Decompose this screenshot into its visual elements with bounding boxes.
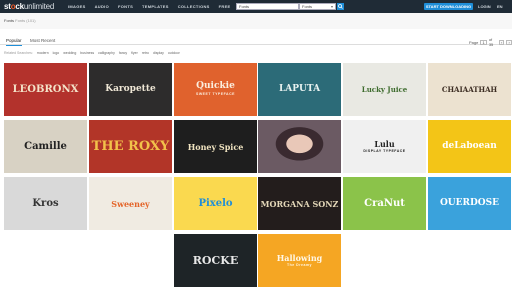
related-searches: Related Searches: modern logo wedding bu…: [4, 51, 183, 55]
page-total: of 35: [488, 37, 494, 47]
nav-link-audio[interactable]: AUDIO: [95, 4, 109, 9]
font-tile[interactable]: LEOBRONX: [4, 63, 87, 116]
site-logo[interactable]: stockunlimited: [4, 2, 54, 11]
font-tile[interactable]: Karopette: [89, 63, 172, 116]
tab-most-recent[interactable]: Most Recent: [30, 38, 55, 43]
login-link[interactable]: LOGIN: [478, 4, 491, 9]
page-label: Page: [469, 39, 479, 45]
font-tile-title: OUERDOSE: [439, 198, 500, 208]
prev-page-button[interactable]: ‹: [498, 39, 505, 45]
font-tile-title: Pixelo: [198, 197, 233, 209]
chevron-down-icon: ▾: [330, 4, 333, 9]
related-search-tag[interactable]: modern: [37, 51, 49, 55]
nav-link-free[interactable]: FREE: [219, 4, 231, 9]
search-scope-select[interactable]: Fonts ▾: [299, 3, 336, 10]
font-tile[interactable]: Sweeney: [89, 177, 172, 230]
font-tile[interactable]: CHAIAATHAH: [428, 63, 511, 116]
related-search-tag[interactable]: flyer: [131, 51, 138, 55]
related-searches-label: Related Searches:: [4, 51, 33, 55]
font-tile[interactable]: CraNut: [343, 177, 426, 230]
font-tile[interactable]: [258, 120, 341, 173]
font-tile-subtitle: SWEET TYPEFACE: [196, 92, 235, 97]
font-tile-title: Honey Spice: [187, 141, 244, 152]
search-scope-value: Fonts: [302, 4, 313, 9]
related-search-tag[interactable]: wedding: [63, 51, 76, 55]
font-tile[interactable]: Lucky Juice: [343, 63, 426, 116]
nav-link-collections[interactable]: COLLECTIONS: [178, 4, 210, 9]
main-nav: IMAGES AUDIO FONTS TEMPLATES COLLECTIONS…: [68, 4, 231, 9]
related-search-tag[interactable]: outdoor: [168, 51, 180, 55]
font-tile-title: Quickie SWEET TYPEFACE: [196, 81, 235, 97]
font-tile-title: CraNut: [364, 197, 405, 209]
page-number-input[interactable]: 1: [480, 39, 487, 45]
font-tile-title: LAPUTA: [278, 84, 321, 94]
font-tile[interactable]: Quickie SWEET TYPEFACE: [174, 63, 257, 116]
search-button[interactable]: [337, 3, 344, 10]
font-tile-title: THE ROXY: [91, 139, 170, 154]
font-tile-subtitle: The Dreamy: [286, 262, 313, 267]
search-icon: [338, 4, 343, 9]
font-tile-subtitle: DISPLAY TYPEFACE: [363, 148, 406, 153]
font-tile[interactable]: Camille: [4, 120, 87, 173]
font-tile[interactable]: THE ROXY: [89, 120, 172, 173]
related-search-tag[interactable]: fancy: [119, 51, 127, 55]
font-tile-title: MORGANA SONZ: [260, 198, 339, 209]
nav-link-templates[interactable]: TEMPLATES: [142, 4, 169, 9]
start-downloading-button[interactable]: START DOWNLOADING: [424, 3, 473, 10]
next-page-button[interactable]: ›: [506, 39, 512, 45]
related-search-tag[interactable]: calligraphy: [98, 51, 115, 55]
font-tile-title: LEOBRONX: [12, 83, 79, 95]
related-search-tag[interactable]: display: [153, 51, 164, 55]
font-tile[interactable]: MORGANA SONZ: [258, 177, 341, 230]
tab-popular[interactable]: Popular: [6, 38, 22, 46]
breadcrumb: Fonts Fonts (101): [4, 18, 36, 23]
font-tile[interactable]: deLaboean: [428, 120, 511, 173]
related-search-tag[interactable]: logo: [53, 51, 60, 55]
font-tile[interactable]: Pixelo: [174, 177, 257, 230]
pagination: Page 1 of 35 ‹ ›: [469, 37, 512, 47]
font-tile-title: Lulu DISPLAY TYPEFACE: [363, 138, 406, 153]
nav-link-images[interactable]: IMAGES: [68, 4, 86, 9]
related-search-tag[interactable]: business: [80, 51, 94, 55]
search-input[interactable]: Fonts: [236, 3, 299, 10]
breadcrumb-bar: [0, 13, 512, 29]
font-tile[interactable]: LAPUTA: [258, 63, 341, 116]
font-tile[interactable]: OUERDOSE: [428, 177, 511, 230]
font-tile-title: Camille: [24, 140, 67, 152]
font-tile-title: Sweeney: [111, 198, 150, 209]
font-tile-title: Karopette: [105, 84, 156, 94]
font-tile[interactable]: Honey Spice: [174, 120, 257, 173]
font-tile[interactable]: Kros: [4, 177, 87, 230]
related-search-tag[interactable]: retro: [142, 51, 149, 55]
breadcrumb-count: Fonts (101): [15, 18, 36, 23]
font-tile-title: CHAIAATHAH: [441, 85, 498, 94]
sort-tabs: [0, 36, 512, 45]
font-tile[interactable]: Lulu DISPLAY TYPEFACE: [343, 120, 426, 173]
language-select[interactable]: EN: [497, 4, 503, 9]
font-tile-title: Lucky Juice: [361, 85, 408, 94]
nav-link-fonts[interactable]: FONTS: [118, 4, 133, 9]
font-tile-title: deLaboean: [442, 141, 497, 151]
breadcrumb-label: Fonts: [4, 18, 15, 23]
font-tile-title: Kros: [32, 197, 59, 209]
